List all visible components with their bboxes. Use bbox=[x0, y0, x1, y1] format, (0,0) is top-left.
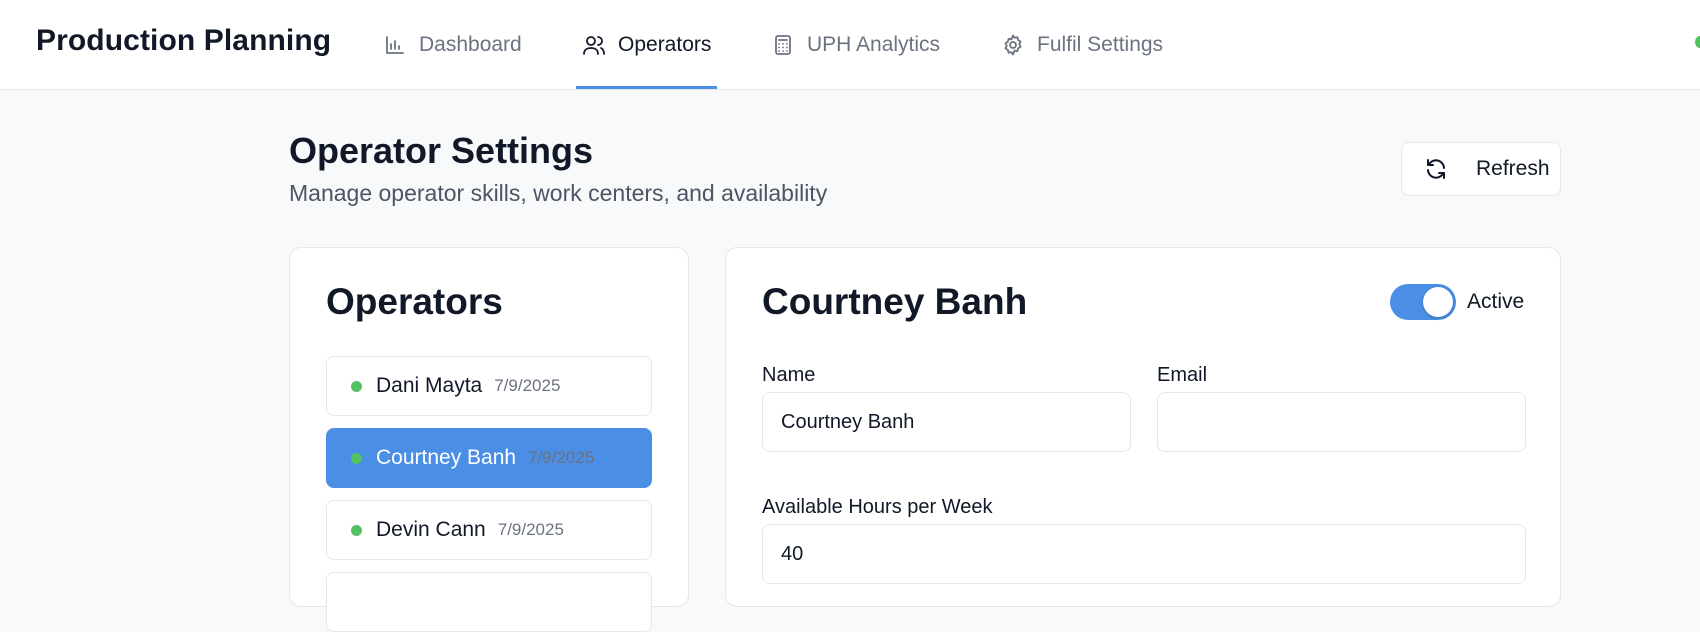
operator-name: Devin Cann bbox=[376, 518, 486, 541]
tab-label: Dashboard bbox=[419, 33, 522, 56]
tab-fulfil-settings[interactable]: Fulfil Settings bbox=[1001, 0, 1163, 90]
connection-status-dot bbox=[1695, 36, 1700, 48]
active-tab-indicator bbox=[576, 86, 717, 89]
operator-detail-heading: Courtney Banh bbox=[762, 281, 1028, 322]
operator-list-item[interactable]: Dani Mayta 7/9/2025 bbox=[326, 356, 652, 416]
tab-label: UPH Analytics bbox=[807, 33, 941, 56]
users-icon bbox=[583, 36, 605, 55]
operator-date: 7/9/2025 bbox=[494, 376, 561, 395]
calculator-icon bbox=[775, 35, 791, 55]
tab-label: Operators bbox=[618, 33, 712, 56]
app-title: Production Planning bbox=[36, 24, 332, 57]
hours-field-label: Available Hours per Week bbox=[762, 496, 993, 518]
tab-operators[interactable]: Operators bbox=[582, 0, 711, 90]
status-dot bbox=[351, 452, 362, 464]
refresh-icon bbox=[1427, 159, 1445, 179]
active-toggle[interactable] bbox=[1390, 284, 1456, 320]
operator-detail-card: Courtney Banh Active Name Email Availabl… bbox=[725, 247, 1561, 607]
name-field-label: Name bbox=[762, 364, 816, 386]
name-field[interactable] bbox=[762, 392, 1131, 452]
operator-date: 7/9/2025 bbox=[528, 448, 595, 467]
tab-uph-analytics[interactable]: UPH Analytics bbox=[771, 0, 940, 90]
refresh-label: Refresh bbox=[1476, 157, 1550, 180]
email-field[interactable] bbox=[1157, 392, 1526, 452]
gear-icon bbox=[1004, 34, 1022, 56]
email-field-label: Email bbox=[1157, 364, 1208, 386]
status-dot bbox=[351, 380, 362, 392]
tab-dashboard[interactable]: Dashboard bbox=[383, 0, 522, 90]
page-title: Operator Settings bbox=[289, 130, 594, 171]
active-toggle-label: Active bbox=[1467, 290, 1525, 313]
available-hours-field[interactable] bbox=[762, 524, 1526, 584]
operator-name: Dani Mayta bbox=[376, 374, 483, 397]
tab-label: Fulfil Settings bbox=[1037, 33, 1164, 56]
operator-date: 7/9/2025 bbox=[497, 520, 564, 539]
top-nav-bar: Production Planning Dashboard Operators … bbox=[0, 0, 1700, 90]
status-dot bbox=[351, 524, 362, 536]
bar-chart-icon bbox=[386, 36, 404, 54]
page-subtitle: Manage operator skills, work centers, an… bbox=[289, 180, 828, 206]
operator-list-item[interactable] bbox=[326, 572, 652, 632]
operators-heading: Operators bbox=[326, 281, 503, 322]
toggle-knob bbox=[1423, 287, 1453, 317]
operator-list-item-selected[interactable]: Courtney Banh 7/9/2025 bbox=[326, 428, 652, 488]
refresh-button[interactable]: Refresh bbox=[1401, 142, 1561, 196]
operator-list-item[interactable]: Devin Cann 7/9/2025 bbox=[326, 500, 652, 560]
operators-list-card: Operators Dani Mayta 7/9/2025 Courtney B… bbox=[289, 247, 689, 632]
operator-name: Courtney Banh bbox=[376, 446, 517, 469]
